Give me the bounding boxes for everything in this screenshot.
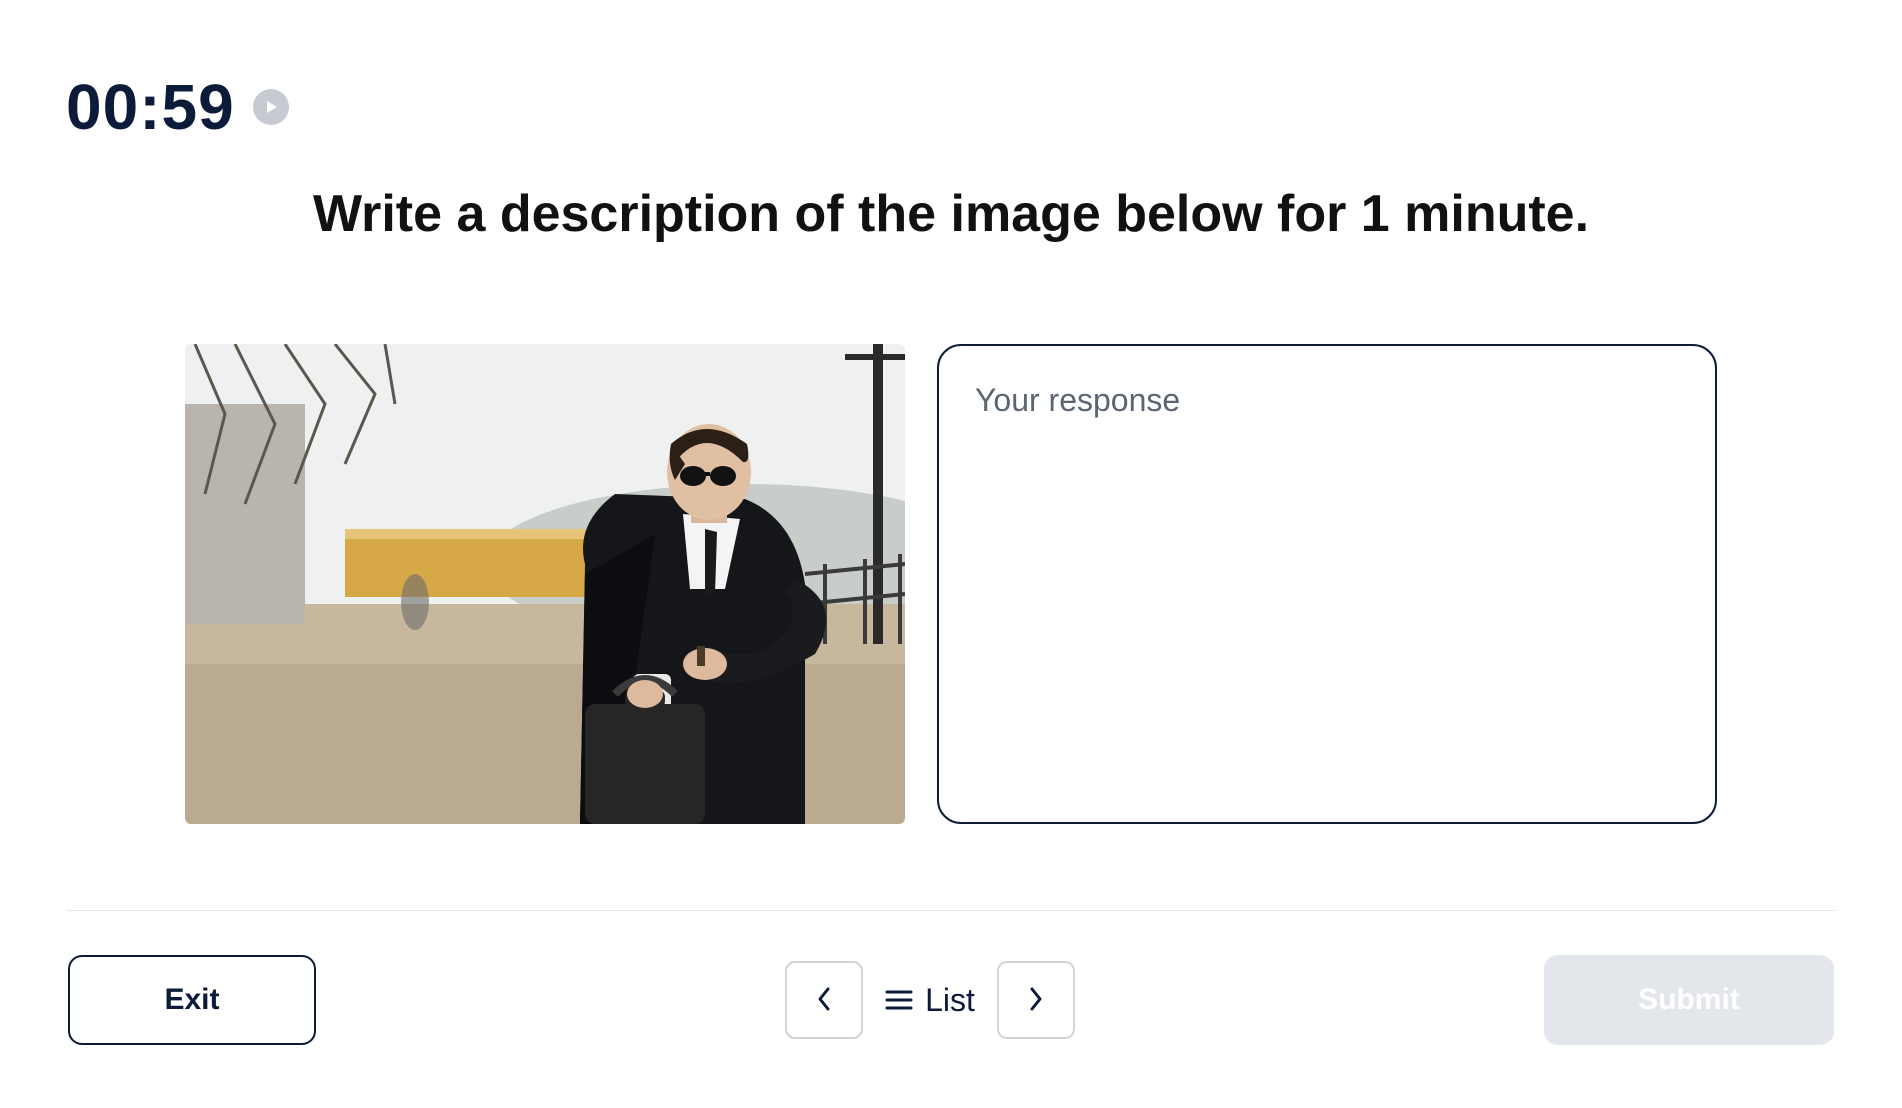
prompt-image [185, 344, 905, 824]
chevron-right-icon [1024, 985, 1048, 1016]
exit-button[interactable]: Exit [68, 955, 316, 1045]
response-input[interactable] [937, 344, 1717, 824]
menu-icon [885, 982, 913, 1019]
chevron-left-icon [812, 985, 836, 1016]
prev-button[interactable] [785, 961, 863, 1039]
list-button[interactable]: List [885, 982, 975, 1019]
submit-button-label: Submit [1638, 983, 1740, 1017]
prompt-text: Write a description of the image below f… [66, 184, 1836, 244]
divider [66, 910, 1836, 911]
next-button[interactable] [997, 961, 1075, 1039]
list-button-label: List [925, 982, 975, 1019]
exit-button-label: Exit [164, 983, 219, 1017]
timer-display: 00:59 [66, 70, 235, 144]
submit-button[interactable]: Submit [1544, 955, 1834, 1045]
play-icon[interactable] [253, 89, 289, 125]
